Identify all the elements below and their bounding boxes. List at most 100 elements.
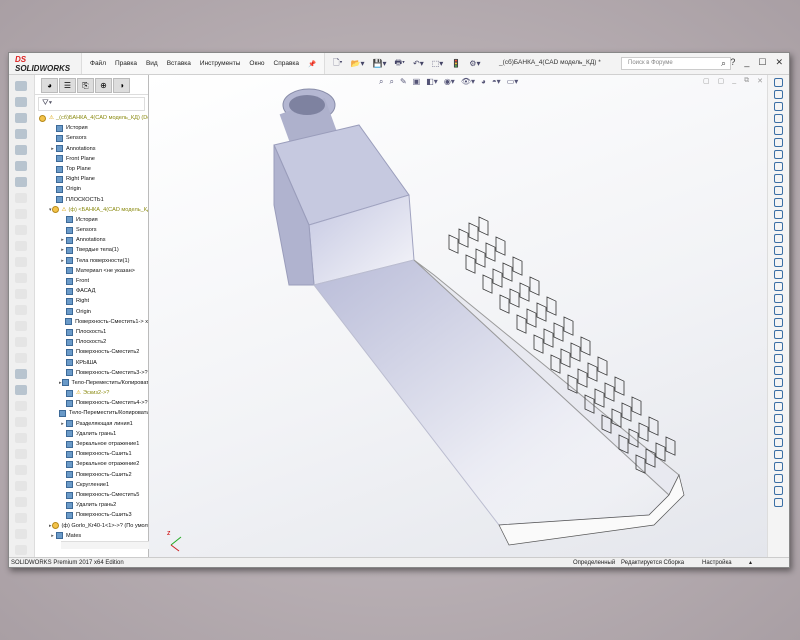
tree-item[interactable]: ▸ Annotations <box>35 144 148 154</box>
sketch-tool-icon[interactable] <box>774 462 783 471</box>
tool-icon[interactable] <box>15 401 27 411</box>
filter-icon[interactable]: ⛛▾ <box>38 97 145 111</box>
menu-item[interactable]: Инструменты <box>200 60 241 67</box>
tree-item[interactable]: Тело-Переместить/Копировать <box>35 408 148 418</box>
tree-item[interactable]: Top Plane <box>35 164 148 174</box>
tree-item[interactable]: ▸ Тела поверхности(1) <box>35 256 148 266</box>
tree-item[interactable]: Поверхность-Сместить5 <box>35 490 148 500</box>
sketch-tool-icon[interactable] <box>774 414 783 423</box>
tab-display-manager[interactable]: ◑ <box>113 78 130 93</box>
sketch-tool-icon[interactable] <box>774 114 783 123</box>
tool-icon[interactable] <box>15 161 27 171</box>
tool-icon[interactable] <box>15 449 27 459</box>
tool-icon[interactable] <box>15 305 27 315</box>
options-icon[interactable]: ⚙▾ <box>469 59 480 68</box>
tree-item[interactable]: ▸ Annotations <box>35 235 148 245</box>
tool-icon[interactable] <box>15 497 27 507</box>
tool-icon[interactable] <box>15 465 27 475</box>
tool-icon[interactable] <box>15 545 27 555</box>
tree-item[interactable]: Поверхность-Сшить2 <box>35 470 148 480</box>
tree-item[interactable]: Удалить грань2 <box>35 500 148 510</box>
sketch-tool-icon[interactable] <box>774 90 783 99</box>
tree-item[interactable]: ▸ Разделяющая линия1 <box>35 419 148 429</box>
expand-icon[interactable]: ▸ <box>49 531 56 541</box>
tree-item[interactable]: Right <box>35 296 148 306</box>
sketch-tool-icon[interactable] <box>774 378 783 387</box>
pin-icon[interactable]: 📌 <box>308 60 316 68</box>
tree-item[interactable]: ⚠ Эскиз2->? <box>35 388 148 398</box>
sketch-tool-icon[interactable] <box>774 486 783 495</box>
tree-item[interactable]: Поверхность-Сместить1-> x <box>35 317 148 327</box>
expand-icon[interactable]: ▸ <box>59 419 66 429</box>
tool-icon[interactable] <box>15 257 27 267</box>
undo-icon[interactable]: ↶▾ <box>413 59 424 68</box>
bottle-3d-model[interactable]: z <box>149 75 769 559</box>
new-icon[interactable]: 🗋▾ <box>333 57 342 71</box>
tool-icon[interactable] <box>15 177 27 187</box>
sketch-tool-icon[interactable] <box>774 342 783 351</box>
tree-item[interactable]: ▸ Mates <box>35 531 148 541</box>
units-button[interactable]: Настройка <box>702 560 732 566</box>
tree-item[interactable]: Sensors <box>35 225 148 235</box>
tree-item[interactable]: Удалить грань1 <box>35 429 148 439</box>
sketch-tool-icon[interactable] <box>774 186 783 195</box>
units-arrow-icon[interactable]: ▴ <box>749 559 752 566</box>
tool-icon[interactable] <box>15 369 27 379</box>
tab-feature-manager[interactable]: ◕ <box>41 78 58 93</box>
sketch-tool-icon[interactable] <box>774 438 783 447</box>
sketch-tool-icon[interactable] <box>774 222 783 231</box>
menu-item[interactable]: Файл <box>90 60 106 67</box>
sketch-tool-icon[interactable] <box>774 162 783 171</box>
tree-item[interactable]: История <box>35 215 148 225</box>
menu-item[interactable]: Вставка <box>167 60 191 67</box>
tool-icon[interactable] <box>15 193 27 203</box>
select-icon[interactable]: ⬚▾ <box>432 59 444 68</box>
sketch-tool-icon[interactable] <box>774 210 783 219</box>
tree-item[interactable]: ⚠_(сб)БАНКА_4(CAD модель_КД) (Default <box>35 113 148 123</box>
tree-item[interactable]: КРЫША <box>35 358 148 368</box>
menu-item[interactable]: Вид <box>146 60 158 67</box>
tab-property-manager[interactable]: ☰ <box>59 78 76 93</box>
tool-icon[interactable] <box>15 113 27 123</box>
sketch-tool-icon[interactable] <box>774 246 783 255</box>
tree-item[interactable]: ▸ Тело-Переместить/Копировать <box>35 378 148 388</box>
sketch-tool-icon[interactable] <box>774 282 783 291</box>
open-icon[interactable]: 📂▾ <box>351 59 365 68</box>
tool-icon[interactable] <box>15 417 27 427</box>
tree-item[interactable]: Поверхность-Сместить3->? <box>35 368 148 378</box>
tool-icon[interactable] <box>15 81 27 91</box>
sketch-tool-icon[interactable] <box>774 102 783 111</box>
sketch-tool-icon[interactable] <box>774 234 783 243</box>
menu-item[interactable]: Справка <box>274 60 300 67</box>
tree-item[interactable]: Плоскость2 <box>35 337 148 347</box>
tree-item[interactable]: Origin <box>35 307 148 317</box>
sketch-tool-icon[interactable] <box>774 258 783 267</box>
tool-icon[interactable] <box>15 321 27 331</box>
expand-icon[interactable]: ▸ <box>59 256 66 266</box>
graphics-area[interactable]: ⌕ ⌕ ✎ ▣ ◧▾ ◉▾ 👁▾ ◕ ◓▾ ▭▾ ▢ ▢ _ ⧉ ✕ z <box>149 75 769 559</box>
sketch-tool-icon[interactable] <box>774 474 783 483</box>
tool-icon[interactable] <box>15 273 27 283</box>
tree-item[interactable]: ▾ ⚠ (ф) <БАНКА_4(CAD модель_КД) <box>35 205 148 215</box>
sketch-tool-icon[interactable] <box>774 426 783 435</box>
tool-icon[interactable] <box>15 209 27 219</box>
tree-item[interactable]: ФАСАД <box>35 286 148 296</box>
tree-item[interactable]: Зеркальное отражение2 <box>35 459 148 469</box>
sketch-tool-icon[interactable] <box>774 402 783 411</box>
tree-item[interactable]: ▸ (ф) Gorlo_Kr40-1<1>->? (По умолчан <box>35 521 148 531</box>
sketch-tool-icon[interactable] <box>774 390 783 399</box>
tree-item[interactable]: Материал <не указан> <box>35 266 148 276</box>
tree-item[interactable]: Origin <box>35 184 148 194</box>
sketch-tool-icon[interactable] <box>774 270 783 279</box>
sketch-tool-icon[interactable] <box>774 330 783 339</box>
sketch-tool-icon[interactable] <box>774 138 783 147</box>
rebuild-icon[interactable]: 🚦 <box>451 59 461 68</box>
tab-dimxpert[interactable]: ⊕ <box>95 78 112 93</box>
sketch-tool-icon[interactable] <box>774 498 783 507</box>
close-button[interactable]: ✕ <box>775 57 783 68</box>
sketch-tool-icon[interactable] <box>774 150 783 159</box>
search-input[interactable]: Поиск в Форуме ⌕ <box>621 57 731 70</box>
tool-icon[interactable] <box>15 433 27 443</box>
tree-item[interactable]: Скругление1 <box>35 480 148 490</box>
tab-configuration-manager[interactable]: ⎘ <box>77 78 94 93</box>
